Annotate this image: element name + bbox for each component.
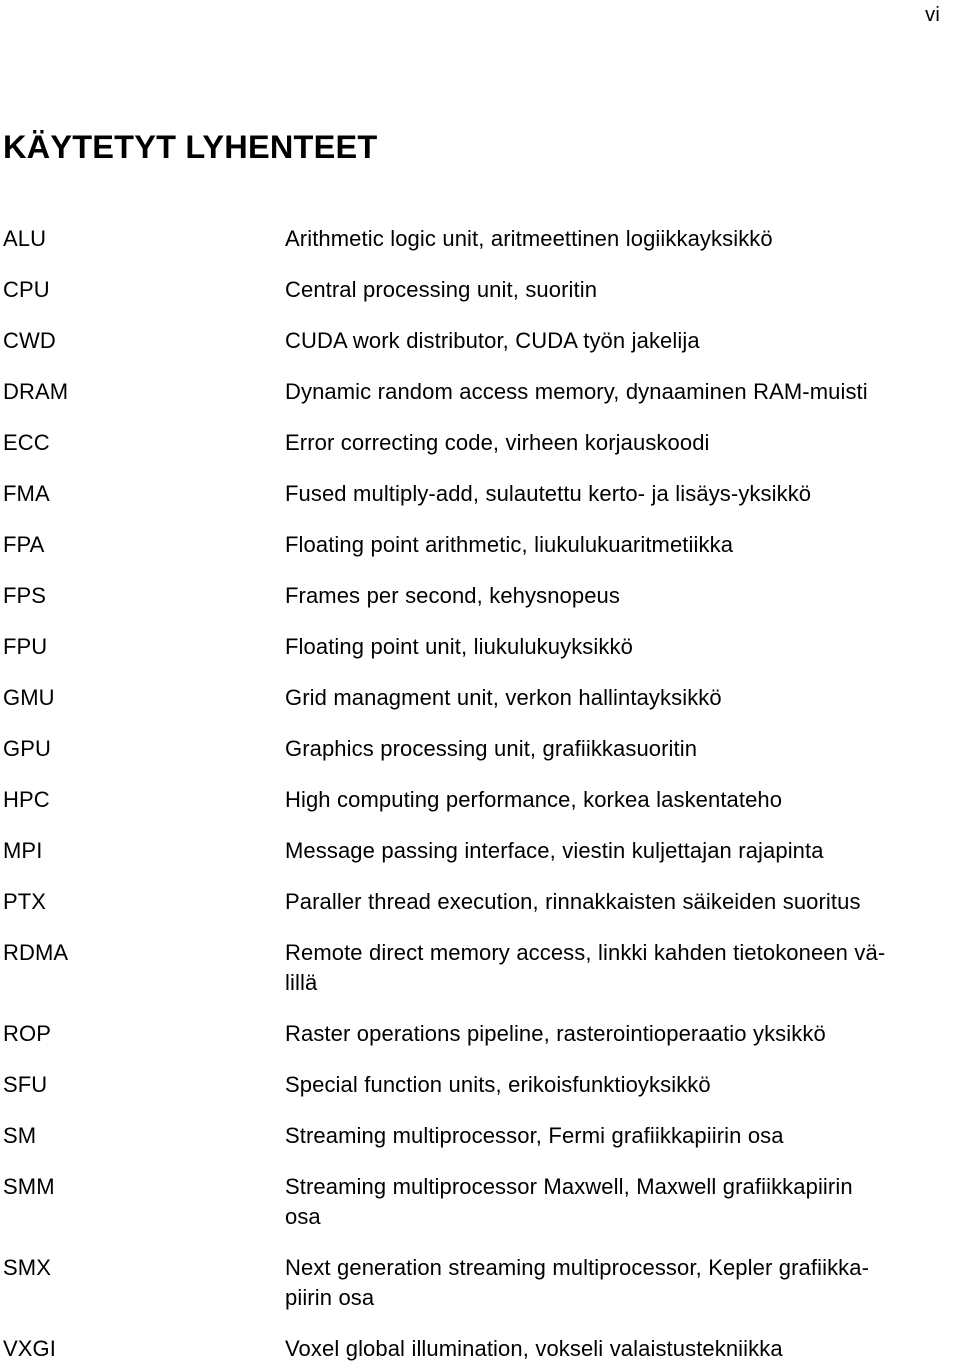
abbreviation-term: DRAM xyxy=(3,379,69,404)
abbreviation-definition: Floating point arithmetic, liukulukuarit… xyxy=(285,530,937,560)
abbreviation-list: ALU Arithmetic logic unit, aritmeettinen … xyxy=(0,224,960,1368)
abbreviation-row: RDMA Remote direct memory access, linkki … xyxy=(0,938,960,998)
abbreviation-definition: Arithmetic logic unit, aritmeettinen log… xyxy=(285,224,937,254)
page-number: vi xyxy=(925,4,940,26)
document-page: vi KÄYTETYT LYHENTEET ALU Arithmetic logi… xyxy=(0,0,960,1368)
abbreviation-term: CWD xyxy=(3,328,56,353)
abbreviation-definition-line: Arithmetic logic unit, aritmeettinen log… xyxy=(285,226,773,251)
abbreviation-definition: Floating point unit, liukulukuyksikkö xyxy=(285,632,937,662)
abbreviation-definition-line: Streaming multiprocessor, Fermi grafiikk… xyxy=(285,1123,784,1148)
abbreviation-term: FPU xyxy=(3,634,48,659)
abbreviation-term: MPI xyxy=(3,838,43,863)
abbreviation-term: SMM xyxy=(3,1174,55,1199)
abbreviation-row: FPA Floating point arithmetic, liukulukua… xyxy=(0,530,960,560)
abbreviation-row: ROP Raster operations pipeline, rasteroin… xyxy=(0,1019,960,1049)
abbreviation-row: GMU Grid managment unit, verkon hallintay… xyxy=(0,683,960,713)
abbreviation-definition-line: CUDA work distributor, CUDA työn jakelij… xyxy=(285,328,700,353)
abbreviation-row: SFU Special function units, erikoisfunkti… xyxy=(0,1070,960,1100)
abbreviation-definition-line: Frames per second, kehysnopeus xyxy=(285,583,620,608)
abbreviation-definition: Frames per second, kehysnopeus xyxy=(285,581,937,611)
abbreviation-definition: Voxel global illumination, vokseli valai… xyxy=(285,1334,937,1364)
abbreviation-definition-line: Graphics processing unit, grafiikkasuori… xyxy=(285,736,698,761)
abbreviation-definition-line: Remote direct memory access, linkki kahd… xyxy=(285,940,886,965)
abbreviation-term: FPS xyxy=(3,583,47,608)
abbreviation-definition: Paraller thread execution, rinnakkaisten… xyxy=(285,887,937,917)
abbreviation-definition: High computing performance, korkea laske… xyxy=(285,785,937,815)
abbreviation-definition: CUDA work distributor, CUDA työn jakelij… xyxy=(285,326,937,356)
abbreviation-definition: Streaming multiprocessor Maxwell, Maxwel… xyxy=(285,1172,937,1232)
abbreviation-definition: Central processing unit, suoritin xyxy=(285,275,937,305)
abbreviation-definition-line: osa xyxy=(285,1204,321,1229)
abbreviation-term: HPC xyxy=(3,787,50,812)
abbreviation-definition-line: Grid managment unit, verkon hallintayksi… xyxy=(285,685,722,710)
abbreviation-term: ROP xyxy=(3,1021,51,1046)
abbreviation-row: SMX Next generation streaming multiproces… xyxy=(0,1253,960,1313)
abbreviation-definition: Special function units, erikoisfunktioyk… xyxy=(285,1070,937,1100)
abbreviation-definition-line: High computing performance, korkea laske… xyxy=(285,787,783,812)
abbreviation-definition-line: Paraller thread execution, rinnakkaisten… xyxy=(285,889,861,914)
abbreviation-term: ALU xyxy=(3,226,47,251)
abbreviation-definition: Graphics processing unit, grafiikkasuori… xyxy=(285,734,937,764)
abbreviation-definition: Raster operations pipeline, rasterointio… xyxy=(285,1019,937,1049)
abbreviation-row: FPU Floating point unit, liukulukuyksikkö xyxy=(0,632,960,662)
abbreviation-row: MPI Message passing interface, viestin ku… xyxy=(0,836,960,866)
abbreviation-term: FPA xyxy=(3,532,45,557)
abbreviation-row: GPU Graphics processing unit, grafiikkasu… xyxy=(0,734,960,764)
page-title: KÄYTETYT LYHENTEET xyxy=(3,128,378,165)
abbreviation-definition-line: Error correcting code, virheen korjausko… xyxy=(285,430,710,455)
abbreviation-definition-line: Dynamic random access memory, dynaaminen… xyxy=(285,379,868,404)
abbreviation-definition: Grid managment unit, verkon hallintayksi… xyxy=(285,683,937,713)
abbreviation-row: ALU Arithmetic logic unit, aritmeettinen … xyxy=(0,224,960,254)
abbreviation-definition-line: Raster operations pipeline, rasterointio… xyxy=(285,1021,826,1046)
abbreviation-definition-line: Next generation streaming multiprocessor… xyxy=(285,1255,870,1280)
abbreviation-definition-line: Floating point unit, liukulukuyksikkö xyxy=(285,634,633,659)
abbreviation-row: HPC High computing performance, korkea la… xyxy=(0,785,960,815)
abbreviation-row: ECC Error correcting code, virheen korjau… xyxy=(0,428,960,458)
abbreviation-definition: Next generation streaming multiprocessor… xyxy=(285,1253,937,1313)
abbreviation-row: SM Streaming multiprocessor, Fermi grafii… xyxy=(0,1121,960,1151)
abbreviation-definition-line: lillä xyxy=(285,970,318,995)
abbreviation-definition-line: Special function units, erikoisfunktioyk… xyxy=(285,1072,711,1097)
abbreviation-definition-line: piirin osa xyxy=(285,1285,375,1310)
abbreviation-row: FPS Frames per second, kehysnopeus xyxy=(0,581,960,611)
abbreviation-term: SMX xyxy=(3,1255,51,1280)
abbreviation-term: SFU xyxy=(3,1072,48,1097)
abbreviation-definition: Fused multiply-add, sulautettu kerto- ja… xyxy=(285,479,937,509)
abbreviation-term: VXGI xyxy=(3,1336,56,1361)
abbreviation-definition: Message passing interface, viestin kulje… xyxy=(285,836,937,866)
abbreviation-definition-line: Floating point arithmetic, liukulukuarit… xyxy=(285,532,734,557)
abbreviation-definition: Dynamic random access memory, dynaaminen… xyxy=(285,377,937,407)
abbreviation-row: FMA Fused multiply-add, sulautettu kerto-… xyxy=(0,479,960,509)
abbreviation-definition-line: Fused multiply-add, sulautettu kerto- ja… xyxy=(285,481,812,506)
abbreviation-term: GPU xyxy=(3,736,51,761)
abbreviation-definition: Streaming multiprocessor, Fermi grafiikk… xyxy=(285,1121,937,1151)
abbreviation-definition-line: Message passing interface, viestin kulje… xyxy=(285,838,824,863)
abbreviation-definition: Remote direct memory access, linkki kahd… xyxy=(285,938,937,998)
abbreviation-definition-line: Streaming multiprocessor Maxwell, Maxwel… xyxy=(285,1174,853,1199)
abbreviation-term: GMU xyxy=(3,685,55,710)
abbreviation-definition: Error correcting code, virheen korjausko… xyxy=(285,428,937,458)
abbreviation-term: SM xyxy=(3,1123,37,1148)
abbreviation-term: CPU xyxy=(3,277,50,302)
abbreviation-term: FMA xyxy=(3,481,50,506)
abbreviation-term: ECC xyxy=(3,430,50,455)
abbreviation-row: CPU Central processing unit, suoritin xyxy=(0,275,960,305)
abbreviation-definition-line: Central processing unit, suoritin xyxy=(285,277,598,302)
abbreviation-row: VXGI Voxel global illumination, vokseli v… xyxy=(0,1334,960,1364)
abbreviation-row: SMM Streaming multiprocessor Maxwell, Max… xyxy=(0,1172,960,1232)
abbreviation-definition-line: Voxel global illumination, vokseli valai… xyxy=(285,1336,783,1361)
abbreviation-row: DRAM Dynamic random access memory, dynaam… xyxy=(0,377,960,407)
abbreviation-term: RDMA xyxy=(3,940,69,965)
abbreviation-row: PTX Paraller thread execution, rinnakkais… xyxy=(0,887,960,917)
abbreviation-term: PTX xyxy=(3,889,47,914)
abbreviation-row: CWD CUDA work distributor, CUDA työn jake… xyxy=(0,326,960,356)
